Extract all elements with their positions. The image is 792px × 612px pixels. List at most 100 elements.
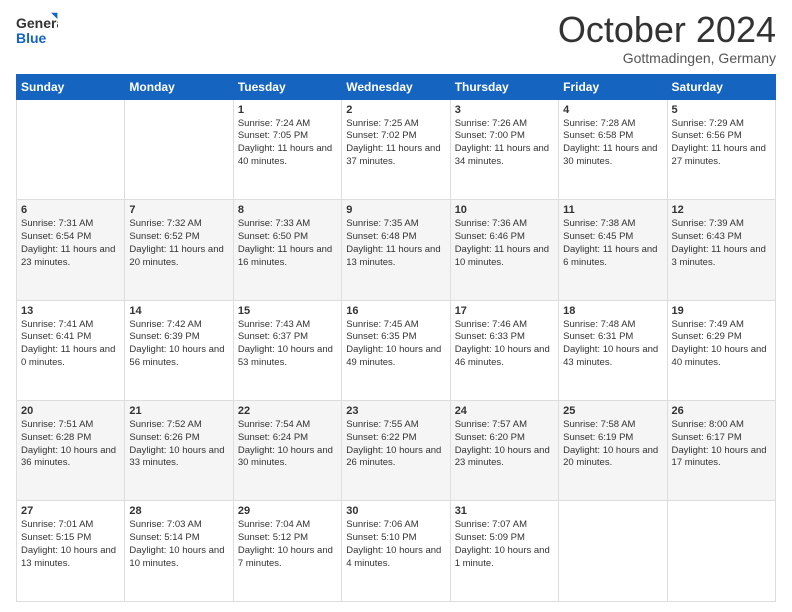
day-info: Sunrise: 7:33 AM Sunset: 6:50 PM Dayligh… (238, 218, 337, 269)
day-info: Sunrise: 8:00 AM Sunset: 6:17 PM Dayligh… (672, 419, 771, 470)
calendar-cell (17, 99, 125, 199)
calendar-cell: 17 Sunrise: 7:46 AM Sunset: 6:33 PM Dayli… (450, 300, 558, 400)
day-number: 3 (455, 104, 554, 116)
calendar-row-2: 6 Sunrise: 7:31 AM Sunset: 6:54 PM Daylig… (17, 200, 776, 300)
calendar-cell: 14Sunrise: 7:42 AM Sunset: 6:39 PM Dayli… (125, 300, 233, 400)
day-number: 19 (672, 305, 771, 317)
day-number: 29 (238, 505, 337, 517)
calendar-cell: 25 Sunrise: 7:58 AM Sunset: 6:19 PM Dayli… (559, 401, 667, 501)
calendar-cell: 30 Sunrise: 7:06 AM Sunset: 5:10 PM Dayli… (342, 501, 450, 602)
day-number: 30 (346, 505, 445, 517)
day-number: 27 (21, 505, 120, 517)
day-info: Sunrise: 7:51 AM Sunset: 6:28 PM Dayligh… (21, 419, 120, 470)
logo-icon: General Blue (16, 10, 58, 52)
day-info: Sunrise: 7:52 AM Sunset: 6:26 PM Dayligh… (129, 419, 228, 470)
page-header: General Blue October 2024 Gottmadingen, … (16, 10, 776, 66)
day-number: 31 (455, 505, 554, 517)
day-number: 17 (455, 305, 554, 317)
calendar-row-3: 13 Sunrise: 7:41 AM Sunset: 6:41 PM Dayli… (17, 300, 776, 400)
day-number: 23 (346, 405, 445, 417)
day-number: 7 (129, 204, 228, 216)
day-info: Sunrise: 7:07 AM Sunset: 5:09 PM Dayligh… (455, 519, 554, 570)
day-info: Sunrise: 7:43 AM Sunset: 6:37 PM Dayligh… (238, 319, 337, 370)
calendar-cell: 16 Sunrise: 7:45 AM Sunset: 6:35 PM Dayli… (342, 300, 450, 400)
calendar-cell: 9 Sunrise: 7:35 AM Sunset: 6:48 PM Daylig… (342, 200, 450, 300)
svg-text:Blue: Blue (16, 30, 47, 46)
weekday-header-monday: Monday (125, 74, 233, 99)
day-info: Sunrise: 7:46 AM Sunset: 6:33 PM Dayligh… (455, 319, 554, 370)
calendar-cell: 11 Sunrise: 7:38 AM Sunset: 6:45 PM Dayli… (559, 200, 667, 300)
calendar-table: SundayMondayTuesdayWednesdayThursdayFrid… (16, 74, 776, 602)
calendar-cell (559, 501, 667, 602)
day-info: Sunrise: 7:31 AM Sunset: 6:54 PM Dayligh… (21, 218, 120, 269)
day-info: Sunrise: 7:57 AM Sunset: 6:20 PM Dayligh… (455, 419, 554, 470)
calendar-cell: 24Sunrise: 7:57 AM Sunset: 6:20 PM Dayli… (450, 401, 558, 501)
day-number: 18 (563, 305, 662, 317)
day-info: Sunrise: 7:39 AM Sunset: 6:43 PM Dayligh… (672, 218, 771, 269)
calendar-cell: 10Sunrise: 7:36 AM Sunset: 6:46 PM Dayli… (450, 200, 558, 300)
day-number: 13 (21, 305, 120, 317)
calendar-row-4: 20 Sunrise: 7:51 AM Sunset: 6:28 PM Dayli… (17, 401, 776, 501)
calendar-cell: 12 Sunrise: 7:39 AM Sunset: 6:43 PM Dayli… (667, 200, 775, 300)
calendar-cell: 19 Sunrise: 7:49 AM Sunset: 6:29 PM Dayli… (667, 300, 775, 400)
day-info: Sunrise: 7:06 AM Sunset: 5:10 PM Dayligh… (346, 519, 445, 570)
day-number: 6 (21, 204, 120, 216)
calendar-cell: 18 Sunrise: 7:48 AM Sunset: 6:31 PM Dayli… (559, 300, 667, 400)
day-info: Sunrise: 7:29 AM Sunset: 6:56 PM Dayligh… (672, 118, 771, 169)
calendar-cell: 27 Sunrise: 7:01 AM Sunset: 5:15 PM Dayli… (17, 501, 125, 602)
day-number: 11 (563, 204, 662, 216)
calendar-cell: 8 Sunrise: 7:33 AM Sunset: 6:50 PM Daylig… (233, 200, 341, 300)
calendar-cell: 15 Sunrise: 7:43 AM Sunset: 6:37 PM Dayli… (233, 300, 341, 400)
weekday-header-saturday: Saturday (667, 74, 775, 99)
month-title: October 2024 (558, 10, 776, 50)
weekday-header-thursday: Thursday (450, 74, 558, 99)
day-info: Sunrise: 7:45 AM Sunset: 6:35 PM Dayligh… (346, 319, 445, 370)
calendar-cell: 21 Sunrise: 7:52 AM Sunset: 6:26 PM Dayli… (125, 401, 233, 501)
day-number: 25 (563, 405, 662, 417)
day-info: Sunrise: 7:38 AM Sunset: 6:45 PM Dayligh… (563, 218, 662, 269)
day-number: 14 (129, 305, 228, 317)
calendar-cell (667, 501, 775, 602)
day-info: Sunrise: 7:35 AM Sunset: 6:48 PM Dayligh… (346, 218, 445, 269)
day-info: Sunrise: 7:49 AM Sunset: 6:29 PM Dayligh… (672, 319, 771, 370)
calendar-cell: 31 Sunrise: 7:07 AM Sunset: 5:09 PM Dayli… (450, 501, 558, 602)
calendar-cell: 29Sunrise: 7:04 AM Sunset: 5:12 PM Dayli… (233, 501, 341, 602)
calendar-cell: 20 Sunrise: 7:51 AM Sunset: 6:28 PM Dayli… (17, 401, 125, 501)
location: Gottmadingen, Germany (558, 50, 776, 66)
day-number: 22 (238, 405, 337, 417)
title-block: October 2024 Gottmadingen, Germany (558, 10, 776, 66)
day-info: Sunrise: 7:26 AM Sunset: 7:00 PM Dayligh… (455, 118, 554, 169)
day-number: 20 (21, 405, 120, 417)
day-number: 10 (455, 204, 554, 216)
day-info: Sunrise: 7:28 AM Sunset: 6:58 PM Dayligh… (563, 118, 662, 169)
weekday-header-wednesday: Wednesday (342, 74, 450, 99)
day-info: Sunrise: 7:55 AM Sunset: 6:22 PM Dayligh… (346, 419, 445, 470)
day-number: 12 (672, 204, 771, 216)
day-info: Sunrise: 7:32 AM Sunset: 6:52 PM Dayligh… (129, 218, 228, 269)
calendar-cell: 7 Sunrise: 7:32 AM Sunset: 6:52 PM Daylig… (125, 200, 233, 300)
day-info: Sunrise: 7:25 AM Sunset: 7:02 PM Dayligh… (346, 118, 445, 169)
weekday-header-friday: Friday (559, 74, 667, 99)
day-info: Sunrise: 7:48 AM Sunset: 6:31 PM Dayligh… (563, 319, 662, 370)
day-number: 21 (129, 405, 228, 417)
day-info: Sunrise: 7:03 AM Sunset: 5:14 PM Dayligh… (129, 519, 228, 570)
calendar-cell: 1Sunrise: 7:24 AM Sunset: 7:05 PM Daylig… (233, 99, 341, 199)
day-number: 16 (346, 305, 445, 317)
svg-text:General: General (16, 15, 58, 31)
day-number: 8 (238, 204, 337, 216)
calendar-row-1: 1Sunrise: 7:24 AM Sunset: 7:05 PM Daylig… (17, 99, 776, 199)
day-number: 9 (346, 204, 445, 216)
day-info: Sunrise: 7:54 AM Sunset: 6:24 PM Dayligh… (238, 419, 337, 470)
day-number: 26 (672, 405, 771, 417)
calendar-cell: 23 Sunrise: 7:55 AM Sunset: 6:22 PM Dayli… (342, 401, 450, 501)
day-number: 15 (238, 305, 337, 317)
day-number: 1 (238, 104, 337, 116)
calendar-cell: 13 Sunrise: 7:41 AM Sunset: 6:41 PM Dayli… (17, 300, 125, 400)
calendar-cell (125, 99, 233, 199)
day-info: Sunrise: 7:01 AM Sunset: 5:15 PM Dayligh… (21, 519, 120, 570)
calendar-cell: 6 Sunrise: 7:31 AM Sunset: 6:54 PM Daylig… (17, 200, 125, 300)
day-info: Sunrise: 7:58 AM Sunset: 6:19 PM Dayligh… (563, 419, 662, 470)
weekday-header-tuesday: Tuesday (233, 74, 341, 99)
day-info: Sunrise: 7:41 AM Sunset: 6:41 PM Dayligh… (21, 319, 120, 370)
weekday-header-row: SundayMondayTuesdayWednesdayThursdayFrid… (17, 74, 776, 99)
